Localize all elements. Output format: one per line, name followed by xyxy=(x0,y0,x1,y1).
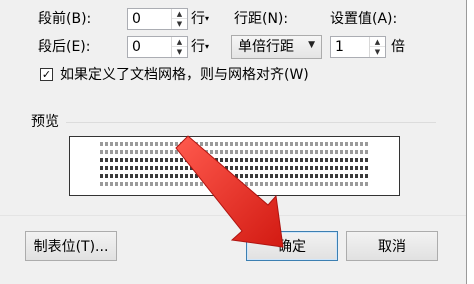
arrow-shape xyxy=(175,135,284,248)
annotation-arrow-icon xyxy=(175,135,284,248)
